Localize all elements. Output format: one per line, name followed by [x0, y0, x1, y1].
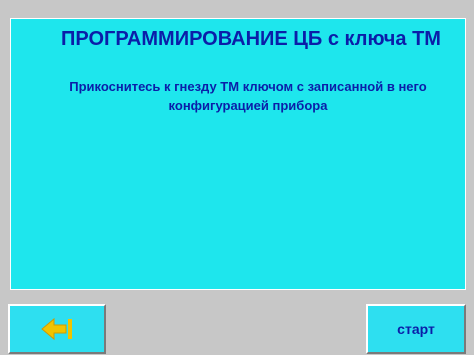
- back-button[interactable]: [8, 304, 106, 354]
- screen: ПРОГРАММИРОВАНИЕ ЦБ с ключа ТМ Прикоснит…: [0, 0, 474, 355]
- screen-title: ПРОГРАММИРОВАНИЕ ЦБ с ключа ТМ: [45, 25, 457, 53]
- start-button[interactable]: старт: [366, 304, 466, 354]
- main-panel: ПРОГРАММИРОВАНИЕ ЦБ с ключа ТМ Прикоснит…: [10, 18, 466, 290]
- instruction-message: Прикоснитесь к гнезду ТМ ключом с записа…: [69, 79, 427, 113]
- back-arrow-icon: [38, 315, 76, 343]
- bottom-bar: старт: [0, 294, 474, 355]
